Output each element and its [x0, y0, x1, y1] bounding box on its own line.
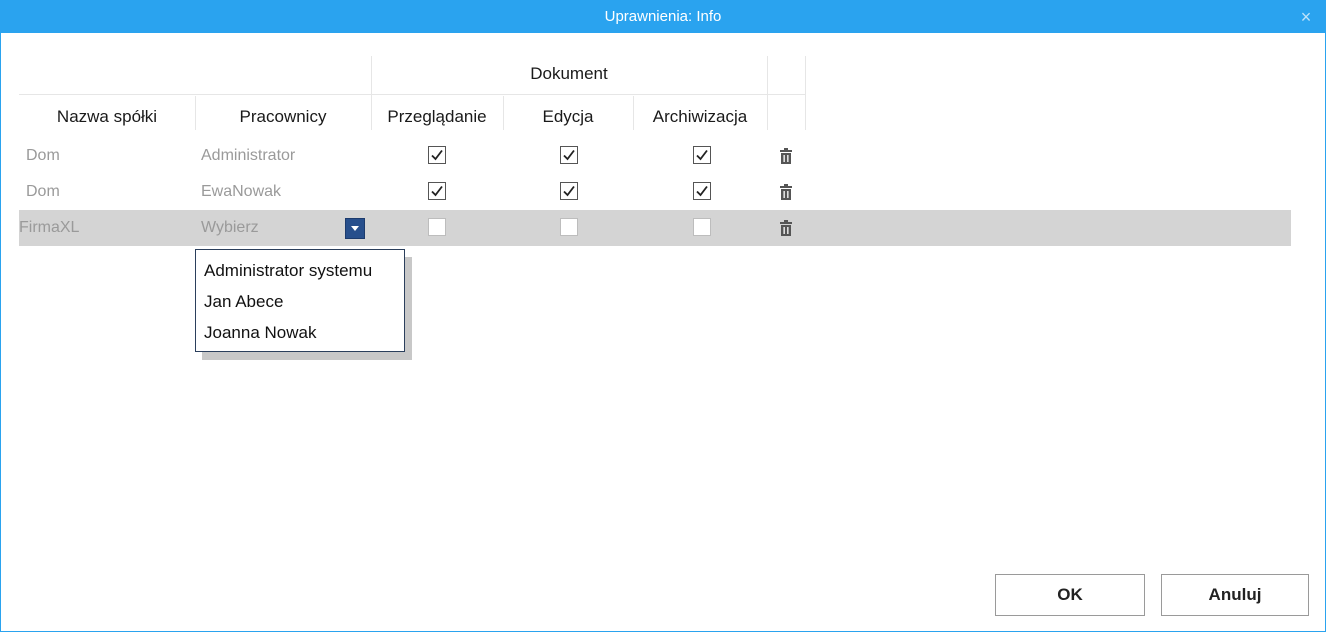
trash-icon[interactable]: [779, 184, 793, 200]
group-header-document: Dokument: [530, 64, 608, 83]
trash-icon[interactable]: [779, 148, 793, 164]
dropdown-option[interactable]: Jan Abece: [204, 287, 283, 317]
checkmark-icon: [431, 185, 443, 197]
checkmark-icon: [563, 185, 575, 197]
checkmark-icon: [563, 149, 575, 161]
close-button[interactable]: ×: [1293, 1, 1319, 33]
employee-dropdown-button[interactable]: [345, 218, 365, 239]
edit-checkbox[interactable]: [560, 218, 578, 236]
edit-checkbox[interactable]: [560, 146, 578, 164]
chevron-down-icon: [351, 226, 359, 231]
trash-icon[interactable]: [779, 220, 793, 236]
archive-checkbox[interactable]: [693, 182, 711, 200]
column-header-employees: Pracownicy: [239, 107, 327, 126]
header-divider-v2: [767, 56, 768, 130]
employee-dropdown-list: Administrator systemu Jan Abece Joanna N…: [195, 249, 405, 352]
checkmark-icon: [696, 185, 708, 197]
employee-cell: Administrator: [201, 147, 296, 164]
column-header-archive: Archiwizacja: [652, 107, 748, 126]
column-header-company: Nazwa spółki: [56, 107, 158, 126]
view-checkbox[interactable]: [428, 146, 446, 164]
company-cell: Dom: [26, 183, 60, 200]
table-row[interactable]: Dom Administrator: [19, 138, 1291, 174]
close-icon: ×: [1300, 7, 1312, 27]
view-checkbox[interactable]: [428, 218, 446, 236]
header-divider-top: [19, 94, 805, 95]
archive-checkbox[interactable]: [693, 218, 711, 236]
column-header-edit: Edycja: [542, 107, 594, 126]
dropdown-option[interactable]: Joanna Nowak: [204, 318, 316, 348]
dropdown-option[interactable]: Administrator systemu: [204, 256, 372, 286]
edit-checkbox[interactable]: [560, 182, 578, 200]
ok-button[interactable]: OK: [995, 574, 1145, 616]
view-checkbox[interactable]: [428, 182, 446, 200]
checkmark-icon: [431, 149, 443, 161]
archive-checkbox[interactable]: [693, 146, 711, 164]
column-header-view: Przeglądanie: [387, 107, 487, 126]
employee-select[interactable]: Wybierz: [201, 210, 259, 246]
company-cell: FirmaXL: [19, 219, 80, 236]
employee-cell: EwaNowak: [201, 183, 282, 200]
permissions-dialog: Uprawnienia: Info × Dokument Nazwa spółk…: [0, 0, 1326, 632]
checkmark-icon: [696, 149, 708, 161]
table-row-selected[interactable]: FirmaXL Wybierz: [19, 210, 1291, 246]
table-row[interactable]: Dom EwaNowak: [19, 174, 1291, 210]
cancel-button[interactable]: Anuluj: [1161, 574, 1309, 616]
title-bar: Uprawnienia: Info ×: [1, 1, 1325, 33]
dialog-title: Uprawnienia: Info: [604, 8, 722, 25]
header-divider-v3: [805, 56, 806, 130]
company-cell: Dom: [26, 147, 60, 164]
